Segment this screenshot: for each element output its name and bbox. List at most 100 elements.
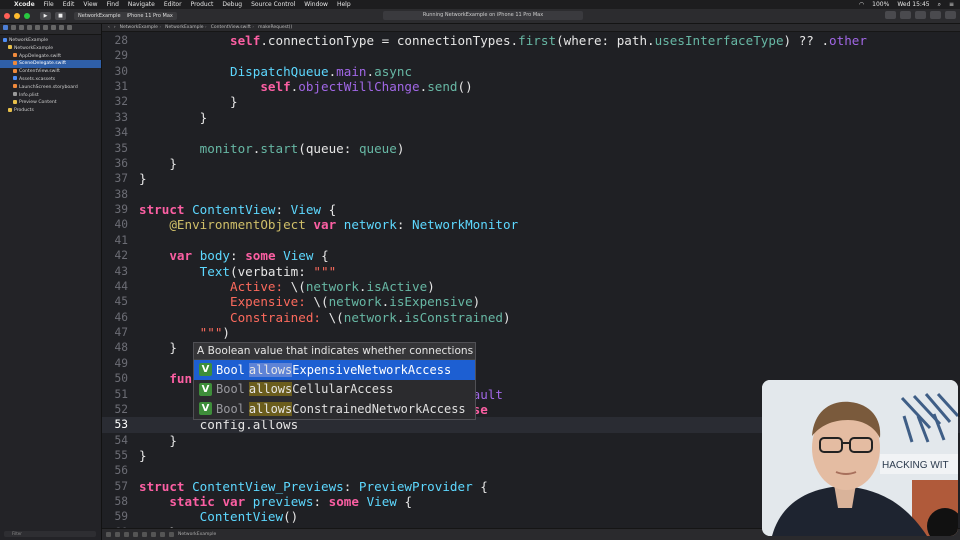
menu-item-view[interactable]: View (83, 0, 97, 9)
wifi-icon[interactable]: ◠ (859, 0, 864, 9)
code-line[interactable]: } (139, 340, 177, 355)
code-line[interactable]: var body: some View { (139, 248, 328, 264)
code-token: """ (313, 263, 337, 279)
code-line[interactable]: static var previews: some View { (139, 494, 412, 509)
nav-item[interactable]: NetworkExample (0, 45, 101, 53)
folder-icon (8, 107, 12, 112)
battery-label[interactable]: 100% (872, 0, 889, 9)
view-hierarchy-icon[interactable] (160, 532, 165, 537)
menu-item-product[interactable]: Product (191, 0, 214, 9)
minimize-window-icon[interactable] (14, 13, 20, 19)
menu-item-editor[interactable]: Editor (164, 0, 182, 9)
breakpoints-toggle-icon[interactable] (115, 532, 120, 537)
menu-item-file[interactable]: File (44, 0, 54, 9)
location-icon[interactable] (169, 532, 174, 537)
code-token: } (139, 155, 177, 171)
breakpoint-icon[interactable] (59, 25, 64, 30)
code-line[interactable]: Text(verbatim: """ (139, 263, 337, 279)
forward-icon[interactable]: › (114, 24, 116, 31)
code-line[interactable]: DispatchQueue.main.async (139, 64, 412, 79)
scheme-selector[interactable]: NetworkExample iPhone 11 Pro Max (74, 12, 177, 20)
code-token: ) (396, 140, 405, 156)
code-line[interactable]: func (139, 371, 199, 386)
source-control-icon[interactable] (11, 25, 16, 30)
nav-item[interactable]: ContentView.swift (0, 68, 101, 76)
code-line[interactable]: } (139, 110, 208, 125)
code-line[interactable]: struct ContentView: View { (139, 202, 336, 217)
nav-item[interactable]: NetworkExample (0, 37, 101, 45)
zoom-window-icon[interactable] (24, 13, 30, 19)
step-out-icon[interactable] (151, 532, 156, 537)
code-line[interactable]: Constrained: \(network.isConstrained) (139, 310, 511, 325)
debug-icon[interactable] (51, 25, 56, 30)
code-line[interactable]: Active: \(network.isActive) (139, 279, 435, 294)
menu-item-navigate[interactable]: Navigate (128, 0, 155, 9)
nav-item-label: NetworkExample (9, 38, 49, 43)
breadcrumb-group[interactable]: NetworkExample (165, 24, 207, 31)
autocomplete-item[interactable]: V Bool allows ConstrainedNetworkAccess (194, 399, 475, 419)
menu-item-window[interactable]: Window (304, 0, 328, 9)
code-line[interactable]: struct ContentView_Previews: PreviewProv… (139, 479, 488, 494)
code-line[interactable]: self.objectWillChange.send() (139, 79, 472, 94)
autocomplete-item[interactable]: V Bool allows CellularAccess (194, 380, 475, 400)
nav-item[interactable]: Info.plist (0, 92, 101, 100)
report-icon[interactable] (67, 25, 72, 30)
test-icon[interactable] (43, 25, 48, 30)
toggle-inspector-button[interactable] (945, 11, 956, 19)
breadcrumb-project[interactable]: NetworkExample (120, 24, 162, 31)
navigator-tabs (0, 24, 101, 35)
back-icon[interactable]: ‹ (108, 24, 110, 31)
code-token: : (230, 248, 246, 264)
stop-button[interactable]: ■ (55, 12, 66, 20)
code-line[interactable]: ContentView() (139, 509, 299, 524)
menu-item-help[interactable]: Help (337, 0, 351, 9)
issue-icon[interactable] (35, 25, 40, 30)
nav-item[interactable]: Products (0, 107, 101, 115)
nav-item[interactable]: Assets.xcassets (0, 76, 101, 84)
code-line[interactable]: } (139, 156, 177, 171)
code-line[interactable]: } (139, 433, 177, 448)
code-line[interactable]: self.connectionType = connectionTypes.fi… (139, 33, 867, 48)
code-line[interactable]: } (139, 94, 238, 109)
run-button[interactable]: ▶ (40, 12, 51, 20)
step-in-icon[interactable] (142, 532, 147, 537)
hide-debug-area-icon[interactable] (106, 532, 111, 537)
code-review-button[interactable] (900, 11, 911, 19)
code-line[interactable]: @EnvironmentObject var network: NetworkM… (139, 217, 518, 232)
toggle-navigator-button[interactable] (915, 11, 926, 19)
code-token: : (396, 217, 413, 233)
code-line[interactable]: } (139, 448, 147, 463)
code-line[interactable]: """) (139, 325, 230, 340)
breadcrumb-symbol[interactable]: makeRequest() (258, 24, 292, 31)
code-token: Text (199, 263, 231, 279)
step-over-icon[interactable] (133, 532, 138, 537)
pause-icon[interactable] (124, 532, 129, 537)
close-window-icon[interactable] (4, 13, 10, 19)
code-line[interactable]: Expensive: \(network.isExpensive) (139, 294, 480, 309)
breadcrumb-file[interactable]: ContentView.swift (211, 24, 254, 31)
symbol-icon[interactable] (19, 25, 24, 30)
toggle-debug-area-button[interactable] (930, 11, 941, 19)
nav-item[interactable]: AppDelegate.swift (0, 53, 101, 61)
code-line[interactable]: monitor.start(queue: queue) (139, 140, 405, 156)
menu-item-source-control[interactable]: Source Control (251, 0, 295, 9)
menu-app-name[interactable]: Xcode (14, 0, 35, 9)
nav-item[interactable]: SceneDelegate.swift (0, 60, 101, 69)
nav-item[interactable]: LaunchScreen.storyboard (0, 84, 101, 92)
clock-label[interactable]: Wed 15:45 (897, 0, 929, 9)
find-icon[interactable] (27, 25, 32, 30)
control-center-icon[interactable]: ≡ (949, 0, 954, 9)
autocomplete-item[interactable]: V Bool allows ExpensiveNetworkAccess (194, 360, 475, 380)
code-token: . (366, 63, 375, 79)
search-icon[interactable]: ⌕ (938, 0, 941, 9)
code-line[interactable]: } (139, 171, 147, 186)
code-token: var (222, 494, 246, 510)
folder-icon[interactable] (3, 25, 8, 30)
nav-item[interactable]: Preview Content (0, 99, 101, 107)
menu-item-edit[interactable]: Edit (63, 0, 75, 9)
menu-item-find[interactable]: Find (107, 0, 119, 9)
library-button[interactable] (885, 11, 896, 19)
menu-item-debug[interactable]: Debug (222, 0, 242, 9)
activity-status: Running NetworkExample on iPhone 11 Pro … (383, 11, 583, 20)
navigator-filter-input[interactable]: Filter (4, 531, 96, 537)
